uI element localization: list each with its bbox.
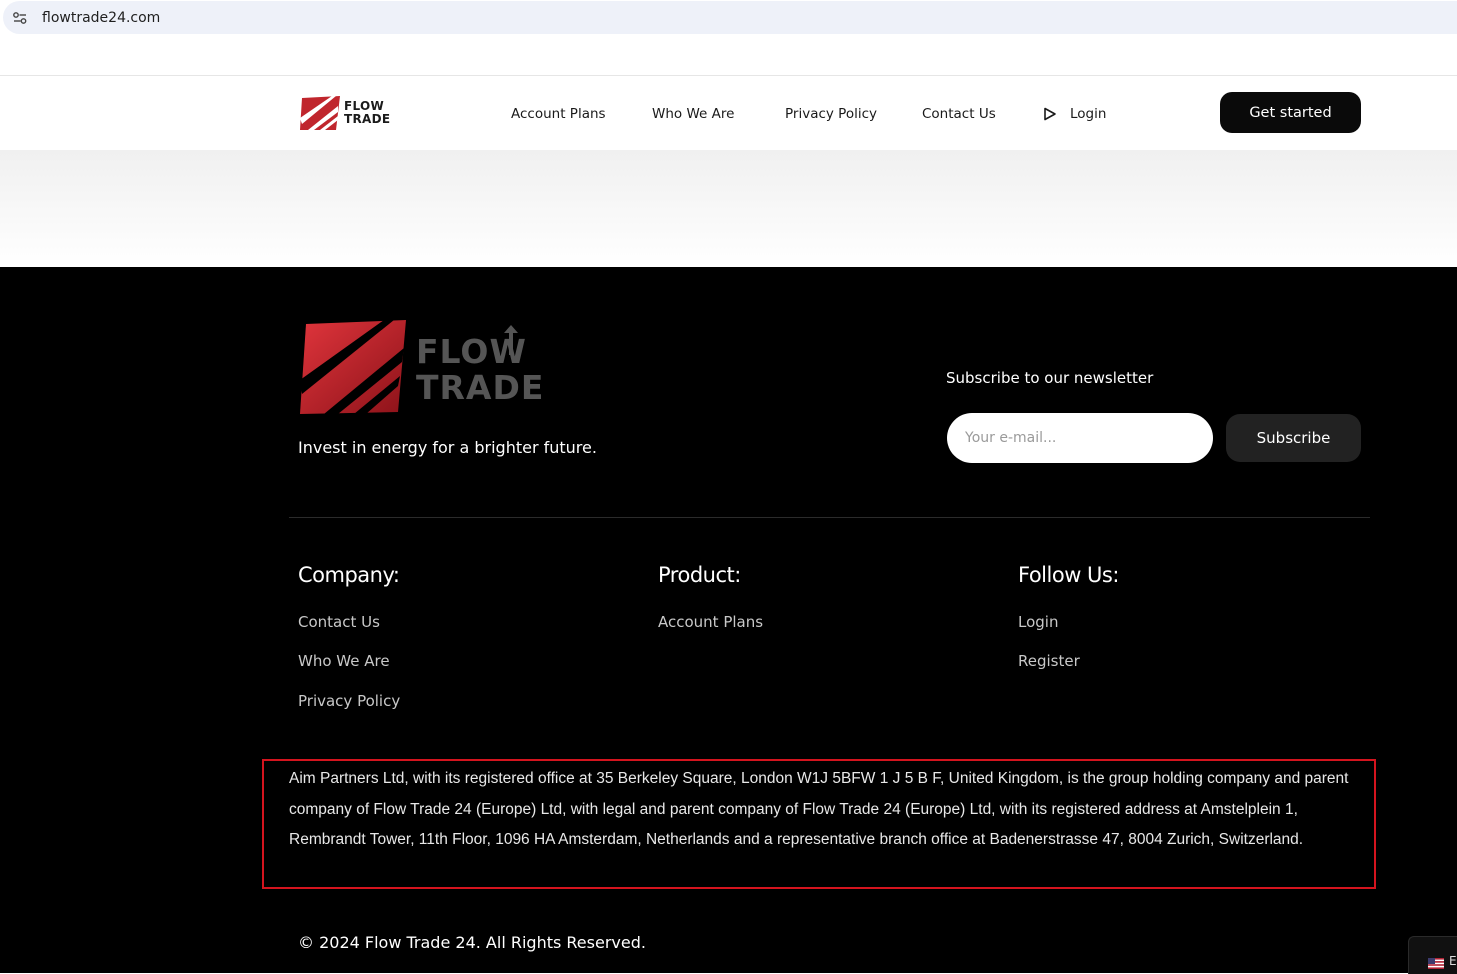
nav-account-plans[interactable]: Account Plans bbox=[511, 106, 606, 122]
footer-tagline: Invest in energy for a brighter future. bbox=[298, 438, 597, 457]
nav-login[interactable]: Login bbox=[1070, 106, 1106, 122]
page-content-band bbox=[0, 150, 1457, 267]
product-heading: Product: bbox=[658, 563, 741, 587]
nav-contact-us[interactable]: Contact Us bbox=[922, 106, 996, 122]
language-label: E bbox=[1449, 954, 1457, 968]
nav-privacy-policy[interactable]: Privacy Policy bbox=[785, 106, 877, 122]
logo-wordmark: FLOW TRADE bbox=[344, 99, 391, 126]
site-header: FLOW TRADE Account Plans Who We Are Priv… bbox=[0, 76, 1457, 150]
us-flag-icon bbox=[1428, 958, 1444, 969]
arrow-up-icon bbox=[504, 325, 518, 355]
company-heading: Company: bbox=[298, 563, 400, 587]
footer-link-contact-us[interactable]: Contact Us bbox=[298, 613, 380, 631]
browser-toolbar: flowtrade24.com bbox=[0, 0, 1457, 35]
address-bar[interactable]: flowtrade24.com bbox=[3, 1, 1457, 34]
get-started-button[interactable]: Get started bbox=[1220, 92, 1361, 133]
footer-logo-word-trade: TRADE bbox=[416, 368, 545, 407]
follow-us-heading: Follow Us: bbox=[1018, 563, 1119, 587]
logo-mark-icon bbox=[300, 96, 340, 130]
footer-link-privacy-policy[interactable]: Privacy Policy bbox=[298, 692, 400, 710]
header-logo[interactable]: FLOW TRADE bbox=[298, 94, 390, 132]
copyright-text: © 2024 Flow Trade 24. All Rights Reserve… bbox=[298, 933, 646, 952]
site-footer: FLOW TRADE Invest in energy for a bright… bbox=[0, 267, 1457, 974]
footer-link-who-we-are[interactable]: Who We Are bbox=[298, 652, 390, 670]
url-text[interactable]: flowtrade24.com bbox=[42, 10, 160, 26]
newsletter-email-input[interactable] bbox=[947, 413, 1213, 463]
play-icon[interactable] bbox=[1043, 107, 1057, 121]
footer-link-login[interactable]: Login bbox=[1018, 613, 1058, 631]
footer-divider bbox=[289, 517, 1370, 518]
language-switcher[interactable]: E bbox=[1408, 936, 1457, 974]
footer-logo[interactable]: FLOW TRADE bbox=[298, 320, 543, 415]
legal-disclaimer: Aim Partners Ltd, with its registered of… bbox=[289, 770, 1349, 848]
newsletter-title: Subscribe to our newsletter bbox=[946, 369, 1154, 387]
site-settings-icon[interactable] bbox=[12, 11, 28, 25]
nav-who-we-are[interactable]: Who We Are bbox=[652, 106, 734, 122]
footer-link-register[interactable]: Register bbox=[1018, 652, 1080, 670]
footer-logo-mark-icon bbox=[300, 320, 406, 414]
subscribe-button[interactable]: Subscribe bbox=[1226, 414, 1361, 462]
footer-link-account-plans[interactable]: Account Plans bbox=[658, 613, 763, 631]
